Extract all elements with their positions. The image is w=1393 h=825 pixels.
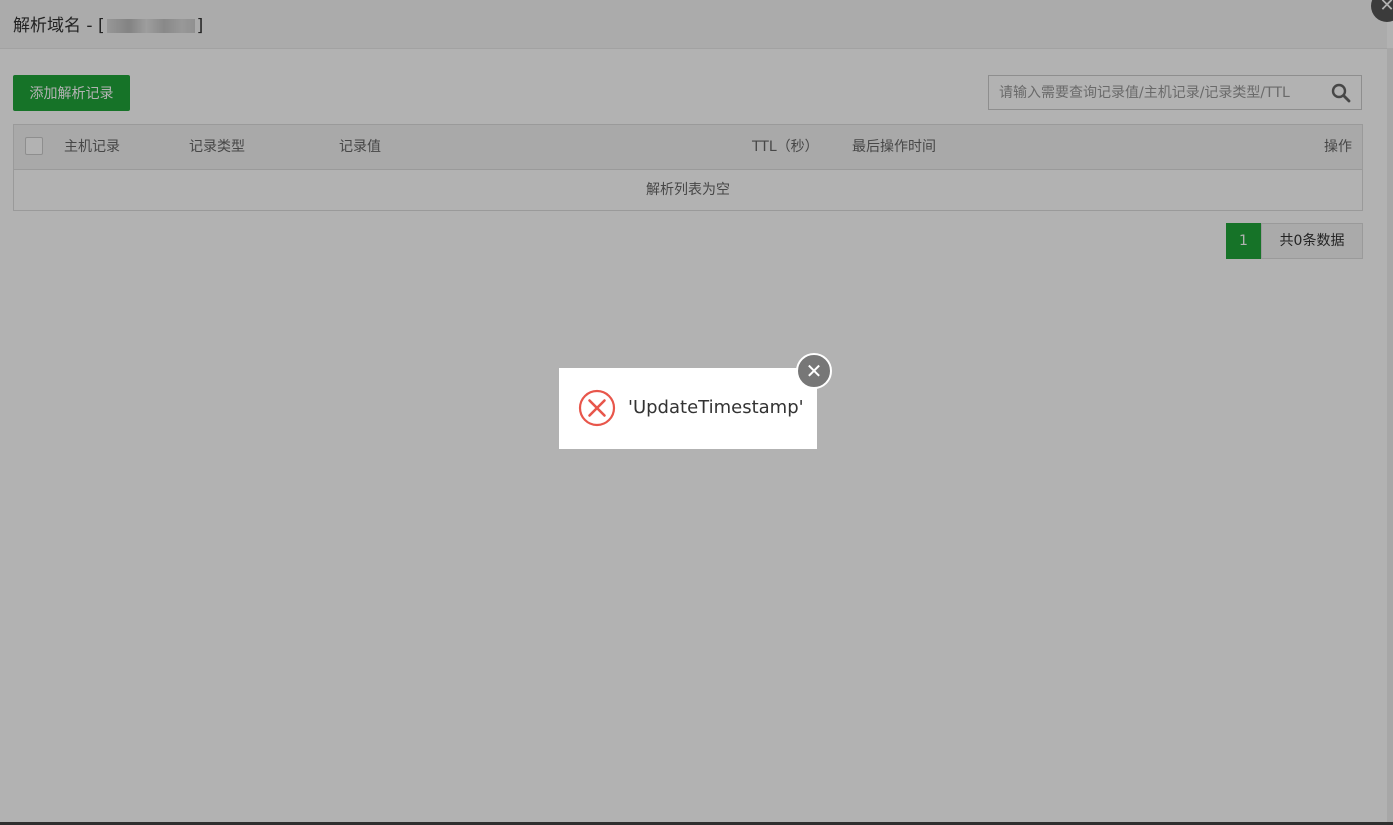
message-close-icon[interactable]: ✕ <box>796 353 832 389</box>
error-message-text: 'UpdateTimestamp' <box>628 397 804 418</box>
error-icon <box>578 389 616 427</box>
error-message-dialog: 'UpdateTimestamp' <box>559 368 817 449</box>
